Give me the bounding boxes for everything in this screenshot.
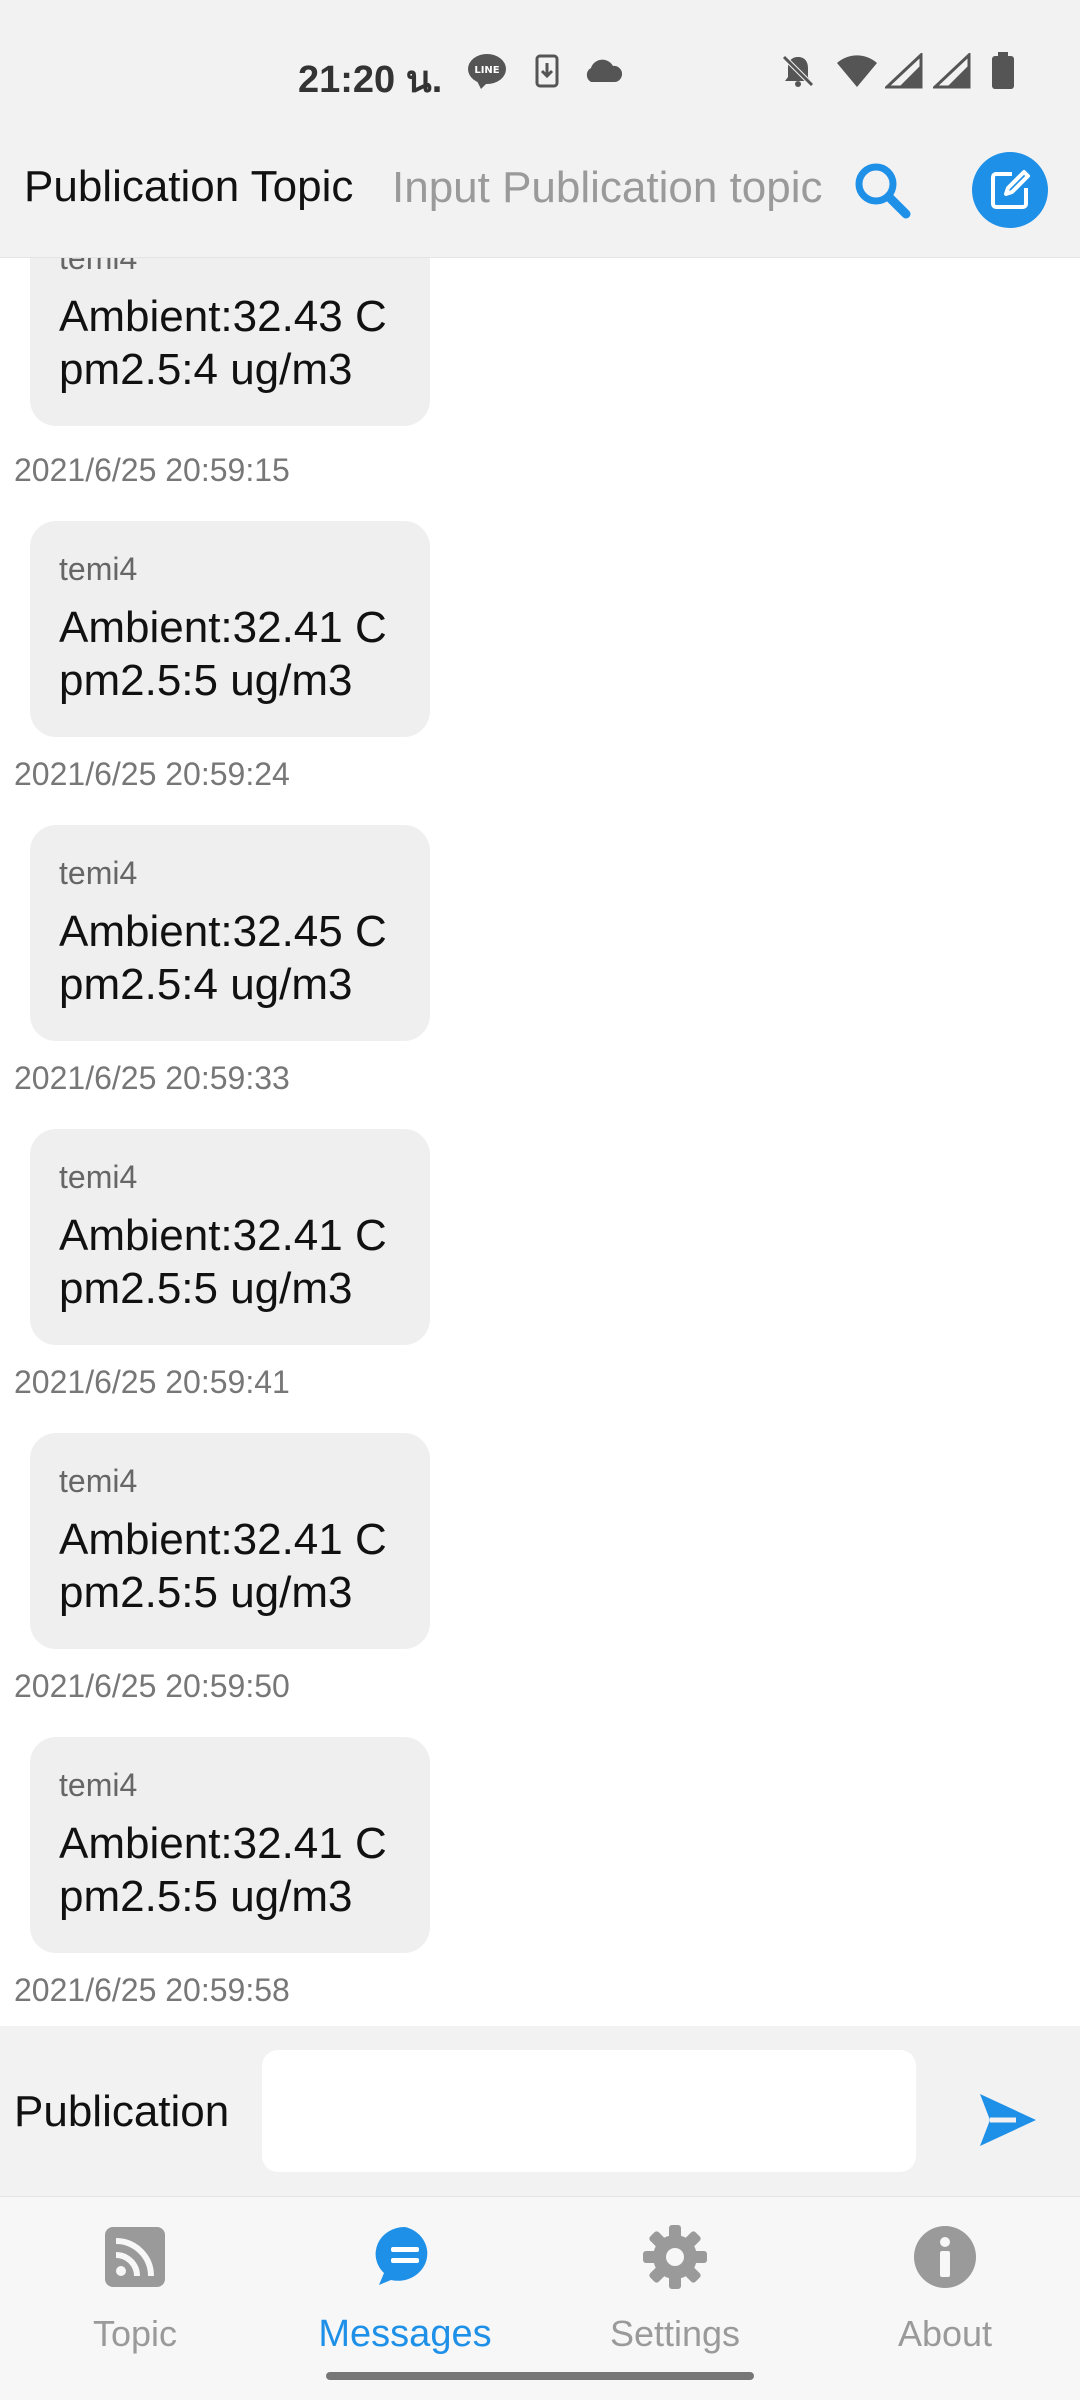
edit-button[interactable] <box>972 152 1048 228</box>
topic-header: Publication Topic <box>0 140 1080 258</box>
message-bubble: temi4 Ambient:32.41 C pm2.5:5 ug/m3 <box>30 521 430 737</box>
message-pm25: pm2.5:5 ug/m3 <box>59 1264 353 1313</box>
message-sender: temi4 <box>59 258 138 276</box>
message-bubble: temi4 Ambient:32.41 C pm2.5:5 ug/m3 <box>30 1433 430 1649</box>
message-ambient: Ambient:32.41 C <box>59 1819 387 1868</box>
message-pm25: pm2.5:5 ug/m3 <box>59 1872 353 1921</box>
publication-topic-label: Publication Topic <box>24 162 354 211</box>
cloud-icon <box>582 52 624 90</box>
publication-topic-input[interactable] <box>392 160 854 216</box>
bottom-navigation: Topic Messages Settings About <box>0 2196 1080 2400</box>
publication-bar: Publication <box>0 2026 1080 2196</box>
wifi-icon <box>834 52 880 90</box>
search-button[interactable] <box>852 160 912 220</box>
message-ambient: Ambient:32.43 C <box>59 292 387 341</box>
rss-icon <box>103 2225 167 2289</box>
message-list[interactable]: temi4 Ambient:32.43 C pm2.5:4 ug/m3 2021… <box>0 258 1080 2026</box>
message-sender: temi4 <box>59 855 138 891</box>
home-indicator[interactable] <box>326 2372 754 2380</box>
send-icon <box>980 2094 1036 2146</box>
message-timestamp: 2021/6/25 20:59:58 <box>14 1972 290 2008</box>
message-sender: temi4 <box>59 551 138 587</box>
gear-icon <box>643 2225 707 2289</box>
svg-text:LINE: LINE <box>474 65 499 76</box>
message-bubble: temi4 Ambient:32.41 C pm2.5:5 ug/m3 <box>30 1737 430 1953</box>
status-time: 21:20 น. <box>298 59 443 101</box>
tab-about[interactable]: About <box>810 2197 1080 2400</box>
message-timestamp: 2021/6/25 20:59:24 <box>14 756 290 792</box>
search-icon <box>855 163 911 219</box>
message-sender: temi4 <box>59 1159 138 1195</box>
publication-input[interactable] <box>262 2050 916 2172</box>
message-pm25: pm2.5:5 ug/m3 <box>59 1568 353 1617</box>
message-pm25: pm2.5:4 ug/m3 <box>59 345 353 394</box>
edit-icon <box>991 170 1030 209</box>
battery-icon <box>988 52 1018 90</box>
message-bubble: temi4 Ambient:32.43 C pm2.5:4 ug/m3 <box>30 258 430 426</box>
info-icon <box>913 2225 977 2289</box>
tab-messages[interactable]: Messages <box>270 2197 540 2400</box>
tab-about-label: About <box>897 2313 993 2354</box>
line-app-icon: LINE <box>466 52 508 90</box>
message-bubble: temi4 Ambient:32.45 C pm2.5:4 ug/m3 <box>30 825 430 1041</box>
message-ambient: Ambient:32.41 C <box>59 1515 387 1564</box>
tab-topic[interactable]: Topic <box>0 2197 270 2400</box>
message-ambient: Ambient:32.41 C <box>59 603 387 652</box>
message-ambient: Ambient:32.41 C <box>59 1211 387 1260</box>
message-sender: temi4 <box>59 1463 138 1499</box>
mute-icon <box>778 52 818 90</box>
publication-label: Publication <box>14 2087 230 2136</box>
message-bubble: temi4 Ambient:32.41 C pm2.5:5 ug/m3 <box>30 1129 430 1345</box>
message-timestamp: 2021/6/25 20:59:33 <box>14 1060 290 1096</box>
download-icon <box>532 52 562 90</box>
message-pm25: pm2.5:4 ug/m3 <box>59 960 353 1009</box>
tab-settings[interactable]: Settings <box>540 2197 810 2400</box>
message-ambient: Ambient:32.45 C <box>59 907 387 956</box>
send-button[interactable] <box>976 2088 1040 2152</box>
message-sender: temi4 <box>59 1767 138 1803</box>
status-bar: 21:20 น. LINE <box>0 0 1080 140</box>
signal-icon <box>932 52 972 90</box>
signal-icon <box>884 52 924 90</box>
message-timestamp: 2021/6/25 20:59:50 <box>14 1668 290 1704</box>
chat-icon <box>373 2225 437 2289</box>
message-pm25: pm2.5:5 ug/m3 <box>59 656 353 705</box>
tab-settings-label: Settings <box>609 2313 741 2354</box>
message-timestamp: 2021/6/25 20:59:15 <box>14 452 290 488</box>
tab-messages-label: Messages <box>318 2313 492 2355</box>
tab-topic-label: Topic <box>92 2313 178 2354</box>
message-timestamp: 2021/6/25 20:59:41 <box>14 1364 290 1400</box>
